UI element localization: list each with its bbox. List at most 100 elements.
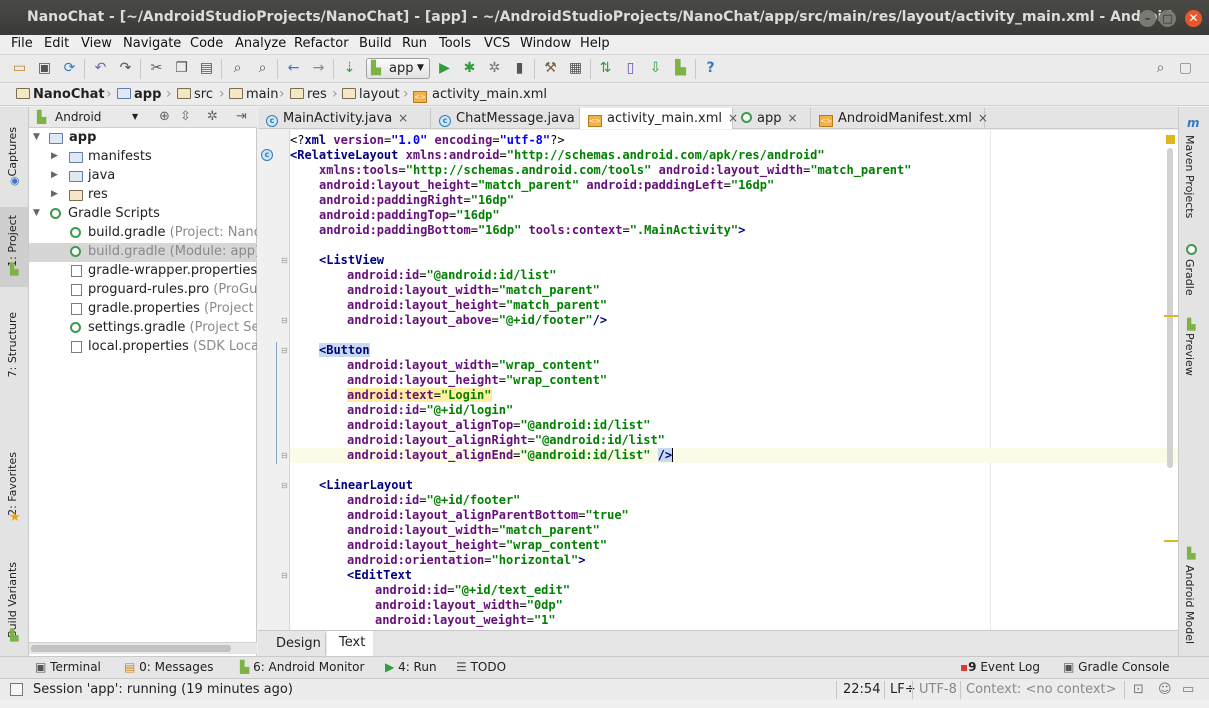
caret-position[interactable]: 22:54 — [843, 682, 880, 697]
chevron-right-icon[interactable]: ▶ — [51, 170, 58, 180]
chevron-down-icon[interactable]: ▼ — [33, 132, 40, 142]
forward-icon[interactable]: → — [310, 60, 327, 77]
maximize-icon[interactable]: □ — [1159, 10, 1176, 27]
tab-android-model[interactable]: Android Model — [1183, 565, 1196, 644]
menu-run[interactable]: Run — [402, 36, 427, 51]
menu-code[interactable]: Code — [190, 36, 223, 51]
avd-manager-icon[interactable]: ▯ — [622, 60, 639, 77]
tree-item-build-gradle-project[interactable]: build.gradle (Project: Nano — [29, 224, 257, 243]
tab-preview[interactable]: Preview — [1183, 333, 1196, 376]
tab-chatmessage-java[interactable]: cChatMessage.java× — [431, 108, 591, 129]
fold-icon[interactable]: ⊟ — [281, 571, 288, 580]
save-icon[interactable]: ▣ — [36, 60, 53, 77]
debug-icon[interactable]: ✱ — [461, 60, 478, 77]
close-tab-icon[interactable]: × — [978, 111, 988, 125]
back-icon[interactable]: ← — [285, 60, 302, 77]
replace-icon[interactable]: ⌕ — [254, 60, 271, 77]
close-window-icon[interactable]: ✕ — [1185, 10, 1202, 27]
menu-build[interactable]: Build — [359, 36, 392, 51]
menu-navigate[interactable]: Navigate — [123, 36, 181, 51]
crumb-layout[interactable]: layout — [342, 87, 400, 102]
menu-vcs[interactable]: VCS — [484, 36, 510, 51]
fold-icon[interactable]: ⊟ — [281, 346, 288, 355]
tree-item-gradle-scripts[interactable]: ▼ Gradle Scripts — [29, 205, 257, 224]
tab-terminal[interactable]: ▣ Terminal — [35, 660, 101, 674]
inspector-icon[interactable]: ☺ — [1158, 682, 1172, 697]
chevron-right-icon[interactable]: ▶ — [51, 151, 58, 161]
tree-item-proguard[interactable]: proguard-rules.pro (ProGua — [29, 281, 257, 300]
hide-panel-icon[interactable]: ⇥ — [236, 109, 247, 124]
minimize-icon[interactable]: – — [1139, 10, 1156, 27]
settings-icon[interactable]: ⚒ — [542, 60, 559, 77]
tab-mainactivity-java[interactable]: c MainActivity.java × — [258, 108, 431, 129]
crumb-nanochat[interactable]: NanoChat — [16, 87, 105, 102]
chevron-right-icon[interactable]: ▶ — [51, 189, 58, 199]
tab-text[interactable]: Text — [327, 631, 373, 656]
tab-event-log[interactable]: ▪9 Event Log — [960, 660, 1040, 674]
gradle-sync-icon[interactable]: ⇅ — [597, 60, 614, 77]
file-encoding[interactable]: UTF-8 — [919, 682, 957, 697]
tree-item-local-properties[interactable]: local.properties (SDK Locat — [29, 338, 257, 357]
menu-tools[interactable]: Tools — [439, 36, 471, 51]
sdk-manager-icon[interactable]: ⇩ — [647, 60, 664, 77]
fold-icon[interactable]: ⊟ — [281, 451, 288, 460]
tree-item-settings-gradle[interactable]: settings.gradle (Project Se — [29, 319, 257, 338]
tree-item-gradle-wrapper[interactable]: gradle-wrapper.properties — [29, 262, 257, 281]
run-icon[interactable]: ▶ — [436, 60, 453, 77]
crumb-res[interactable]: res — [290, 87, 327, 102]
open-folder-icon[interactable]: ▭ — [11, 60, 28, 77]
tab-gradle[interactable]: Gradle — [1183, 259, 1196, 296]
tab-design[interactable]: Design — [266, 633, 326, 655]
event-log-balloon-icon[interactable]: ▭ — [1182, 682, 1194, 697]
fold-icon[interactable]: ⊟ — [281, 256, 288, 265]
lock-icon[interactable]: ⊡ — [1133, 682, 1144, 697]
tree-item-build-gradle-module[interactable]: build.gradle (Module: app) — [29, 243, 257, 262]
copy-icon[interactable]: ❐ — [173, 60, 190, 77]
tab-maven-projects[interactable]: Maven Projects — [1183, 135, 1196, 218]
tree-item-gradle-properties[interactable]: gradle.properties (Project P — [29, 300, 257, 319]
crumb-main[interactable]: main — [229, 87, 278, 102]
tree-item-res[interactable]: ▶ res — [29, 186, 257, 205]
crumb-src[interactable]: src — [177, 87, 213, 102]
project-view-select[interactable]: Android — [55, 110, 101, 124]
tab-run[interactable]: ▶ 4: Run — [385, 660, 437, 674]
crumb-activity-main[interactable]: <> activity_main.xml — [413, 87, 547, 103]
tree-item-java[interactable]: ▶ java — [29, 167, 257, 186]
fold-icon[interactable]: ⊟ — [281, 316, 288, 325]
tab-messages[interactable]: ▤ 0: Messages — [124, 660, 214, 674]
tab-structure[interactable]: 7: Structure — [6, 312, 19, 377]
tab-todo[interactable]: ☰ TODO — [456, 660, 506, 674]
undo-icon[interactable]: ↶ — [92, 60, 109, 77]
redo-icon[interactable]: ↷ — [117, 60, 134, 77]
tab-androidmanifest-xml[interactable]: <> AndroidManifest.xml × — [811, 108, 988, 129]
android-device-monitor-icon[interactable]: ▙ — [672, 60, 689, 77]
coverage-icon[interactable]: ✲ — [486, 60, 503, 77]
scroll-from-source-icon[interactable]: ⊕ — [159, 109, 170, 124]
code-editor[interactable]: <?xml version="1.0" encoding="utf-8"?> <… — [290, 130, 1178, 630]
make-project-icon[interactable]: ⇣ — [341, 60, 358, 77]
user-icon[interactable]: ▢ — [1177, 60, 1194, 77]
menu-analyze[interactable]: Analyze — [235, 36, 286, 51]
tree-item-app[interactable]: ▼ app — [29, 129, 257, 148]
close-tab-icon[interactable]: × — [398, 111, 408, 125]
tab-favorites[interactable]: 2: Favorites — [6, 452, 19, 516]
fold-icon[interactable]: ⊟ — [281, 481, 288, 490]
help-icon[interactable]: ? — [702, 60, 719, 77]
sync-icon[interactable]: ⟳ — [61, 60, 78, 77]
editor-gutter[interactable]: c ⊟ ⊟ ⊟ ⊟ ⊟ ⊟ — [258, 130, 290, 630]
chevron-down-icon[interactable]: ▼ — [33, 208, 40, 218]
menu-file[interactable]: File — [11, 36, 33, 51]
tree-item-manifests[interactable]: ▶ manifests — [29, 148, 257, 167]
menu-window[interactable]: Window — [520, 36, 571, 51]
tab-project[interactable]: 1: Project — [6, 215, 19, 267]
paste-icon[interactable]: ▤ — [198, 60, 215, 77]
context-indicator[interactable]: Context: <no context> — [966, 682, 1117, 697]
menu-edit[interactable]: Edit — [44, 36, 69, 51]
tab-captures[interactable]: Captures — [6, 127, 19, 176]
inspection-status-icon[interactable] — [1166, 135, 1175, 144]
tab-activity-main-xml[interactable]: <> activity_main.xml × — [580, 108, 738, 129]
gear-icon[interactable]: ✲ — [207, 109, 218, 124]
search-everywhere-icon[interactable]: ⌕ — [1152, 60, 1169, 77]
menu-view[interactable]: View — [81, 36, 112, 51]
collapse-all-icon[interactable]: ⇳ — [180, 109, 191, 124]
